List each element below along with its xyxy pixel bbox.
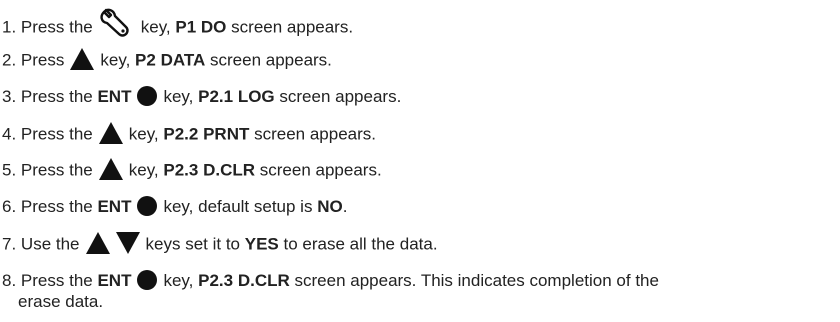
step-continuation: erase data. (18, 291, 104, 311)
step-number: 7. (2, 234, 17, 254)
screen-name: P2 DATA (135, 50, 206, 70)
step-text: Press (20, 50, 65, 70)
wrench-icon (99, 7, 135, 37)
step-number: 4. (2, 124, 17, 144)
key-name: ENT (97, 197, 132, 216)
default-value: NO (317, 197, 343, 216)
triangle-up-icon (85, 232, 110, 254)
step-text: Press the (20, 197, 93, 216)
triangle-up-icon (98, 158, 123, 180)
key-name: ENT (97, 271, 132, 290)
step-text: Press the (20, 271, 93, 290)
step-text: Press the (20, 160, 93, 180)
step-6: 6. Press the ENT key, default setup is NO… (2, 195, 348, 216)
step-text: Press the (20, 124, 93, 144)
step-2: 2. Press key, P2 DATA screen appears. (2, 48, 332, 72)
step-number: 3. (2, 87, 17, 106)
step-7: 7. Use the keys set it to YES to erase al… (2, 232, 438, 256)
triangle-down-icon (115, 232, 140, 254)
step-number: 5. (2, 160, 17, 180)
step-number: 1. (2, 17, 17, 37)
step-number: 6. (2, 197, 17, 216)
step-1: 1. Press the key, P1 DO screen appears. (2, 8, 353, 43)
screen-name: P2.1 LOG (198, 87, 275, 106)
step-text: Press the (20, 87, 93, 106)
step-text: Use the (20, 234, 80, 254)
instruction-steps: 1. Press the key, P1 DO screen appears. … (0, 0, 840, 322)
enter-circle-icon (137, 85, 158, 106)
step-5: 5. Press the key, P2.3 D.CLR screen appea… (2, 158, 382, 182)
screen-name: P2.3 D.CLR (198, 271, 290, 290)
step-4: 4. Press the key, P2.2 PRNT screen appear… (2, 122, 376, 146)
screen-name: P2.2 PRNT (163, 124, 250, 144)
key-name: ENT (97, 87, 132, 106)
triangle-up-icon (98, 122, 123, 144)
step-number: 8. (2, 271, 17, 290)
step-3: 3. Press the ENT key, P2.1 LOG screen app… (2, 85, 402, 106)
step-8: 8. Press the ENT key, P2.3 D.CLR screen a… (2, 269, 659, 311)
screen-name: P1 DO (175, 17, 227, 37)
screen-name: P2.3 D.CLR (163, 160, 256, 180)
enter-circle-icon (137, 195, 158, 216)
step-text: Press the (20, 17, 93, 37)
set-value: YES (244, 234, 279, 254)
enter-circle-icon (137, 269, 158, 290)
triangle-up-icon (70, 48, 95, 70)
step-number: 2. (2, 50, 17, 70)
